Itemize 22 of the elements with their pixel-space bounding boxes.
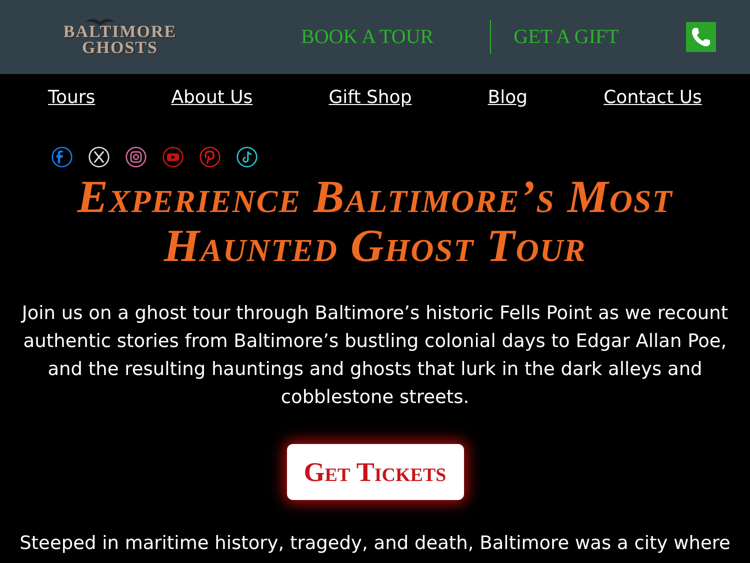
bat-icon — [85, 16, 116, 26]
logo-text: GHOSTS — [82, 40, 158, 56]
facebook-icon[interactable] — [51, 146, 73, 168]
history-paragraph: Steeped in maritime history, tragedy, and death, Baltimore was a city where — [18, 532, 732, 556]
nav-link[interactable]: Gift Shop — [328, 86, 412, 108]
intro-paragraph: Join us on a ghost tour through Baltimore’s historic Fells Point as we recount authentic stories from Baltimore’s bustling colonial days to Edgar Allan Poe, and the resulting hauntings and ghosts that lurk in the dark alleys and cobblestone streets. — [20, 302, 730, 410]
x-icon[interactable] — [88, 146, 110, 168]
gift-link[interactable]: GET A GIFT — [514, 26, 619, 48]
tiktok-icon[interactable] — [236, 146, 258, 168]
nav-link[interactable]: Blog — [488, 86, 528, 108]
logo-text: BALTIMORE — [63, 24, 177, 40]
nav-link[interactable]: Tours — [48, 86, 96, 108]
nav-link[interactable]: Contact Us — [604, 86, 702, 108]
logo[interactable]: BALTIMORE GHOSTS — [63, 18, 177, 56]
phone-icon[interactable] — [686, 22, 716, 52]
tickets-button[interactable]: Get Tickets — [286, 444, 464, 500]
book-tour-link[interactable]: BOOK A TOUR — [301, 26, 434, 48]
youtube-icon[interactable] — [162, 146, 184, 168]
hero-heading: Experience Baltimore’s Most Haunted Ghost Tour — [76, 172, 674, 270]
instagram-icon[interactable] — [125, 146, 147, 168]
nav-link[interactable]: About Us — [171, 86, 253, 108]
pinterest-icon[interactable] — [199, 146, 221, 168]
